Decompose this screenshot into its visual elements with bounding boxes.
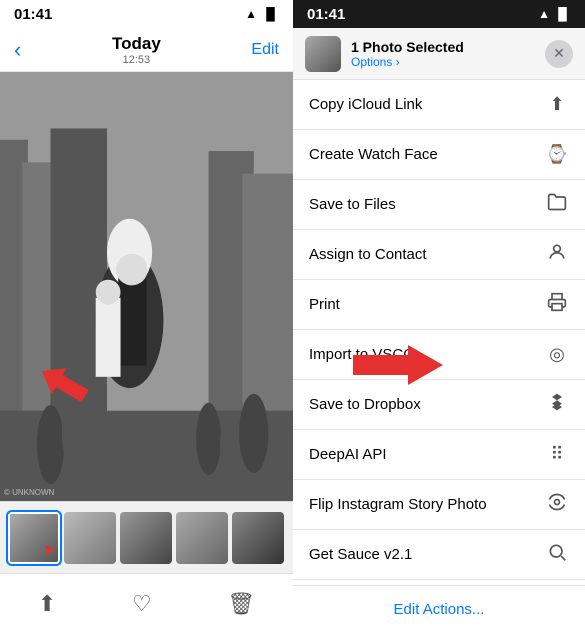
menu-item-print[interactable]: Print bbox=[293, 280, 585, 330]
left-panel: 01:41 ▲ ▐▌ ‹ Today 12:53 Edit bbox=[0, 0, 293, 633]
left-header: ‹ Today 12:53 Edit bbox=[0, 28, 293, 72]
main-photo: © UNKNOWN bbox=[0, 72, 293, 501]
create-watch-face-label: Create Watch Face bbox=[309, 146, 438, 163]
menu-item-deepai[interactable]: DeepAI API ⠿ bbox=[293, 430, 585, 480]
options-button[interactable]: Options › bbox=[351, 55, 535, 69]
thumbnail-2[interactable] bbox=[64, 512, 116, 564]
right-panel-wrapper: 01:41 ▲ ▐▌ 1 Photo Selected Options › ✕ … bbox=[293, 0, 585, 633]
assign-contact-icon bbox=[545, 242, 569, 267]
save-files-label: Save to Files bbox=[309, 196, 396, 213]
left-time: 01:41 bbox=[14, 6, 52, 23]
thumbnail-5[interactable] bbox=[232, 512, 284, 564]
print-icon bbox=[545, 292, 569, 317]
main-photo-area: © UNKNOWN bbox=[0, 72, 293, 501]
battery-icon: ▐▌ bbox=[262, 7, 279, 21]
share-button[interactable]: ⬆ bbox=[30, 583, 64, 625]
right-status-icons: ▲ ▐▌ bbox=[538, 7, 571, 21]
wifi-icon: ▲ bbox=[245, 7, 257, 21]
menu-list: Copy iCloud Link ⬆ Create Watch Face ⌚ S… bbox=[293, 80, 585, 585]
get-sauce-label: Get Sauce v2.1 bbox=[309, 546, 412, 563]
heart-button[interactable]: ♡ bbox=[124, 583, 160, 625]
bottom-toolbar: ⬆ ♡ 🗑 bbox=[0, 573, 293, 633]
thumbnail-1[interactable]: ➤ bbox=[8, 512, 60, 564]
thumbnail-strip: ➤ bbox=[0, 501, 293, 573]
menu-item-flip-instagram[interactable]: Flip Instagram Story Photo bbox=[293, 480, 585, 530]
flip-instagram-icon bbox=[545, 492, 569, 517]
right-wifi-icon: ▲ bbox=[538, 7, 550, 21]
header-subtitle: 12:53 bbox=[123, 54, 151, 66]
menu-item-get-sauce[interactable]: Get Sauce v2.1 bbox=[293, 530, 585, 580]
dropbox-label: Save to Dropbox bbox=[309, 396, 421, 413]
left-status-icons: ▲ ▐▌ bbox=[245, 7, 279, 21]
close-button[interactable]: ✕ bbox=[545, 40, 573, 68]
assign-contact-label: Assign to Contact bbox=[309, 246, 427, 263]
sheet-info: 1 Photo Selected Options › bbox=[351, 39, 535, 69]
menu-item-copy-icloud[interactable]: Copy iCloud Link ⬆ bbox=[293, 80, 585, 130]
edit-actions-row: Edit Actions... bbox=[293, 585, 585, 633]
thumb-arrow: ➤ bbox=[43, 540, 56, 560]
edit-button[interactable]: Edit bbox=[251, 41, 279, 59]
flip-instagram-label: Flip Instagram Story Photo bbox=[309, 496, 487, 513]
thumbnail-4[interactable] bbox=[176, 512, 228, 564]
sheet-header: 1 Photo Selected Options › ✕ bbox=[293, 28, 585, 80]
photo-svg bbox=[0, 72, 293, 501]
thumbnail-3[interactable] bbox=[120, 512, 172, 564]
back-button[interactable]: ‹ bbox=[14, 37, 21, 63]
right-time: 01:41 bbox=[307, 6, 345, 23]
menu-item-create-watch-face[interactable]: Create Watch Face ⌚ bbox=[293, 130, 585, 180]
menu-item-dropbox[interactable]: Save to Dropbox bbox=[293, 380, 585, 430]
deepai-icon: ⠿ bbox=[545, 444, 569, 465]
menu-item-vsco[interactable]: Import to VSCO ◎ bbox=[293, 330, 585, 380]
deepai-label: DeepAI API bbox=[309, 446, 387, 463]
right-battery-icon: ▐▌ bbox=[554, 7, 571, 21]
left-status-bar: 01:41 ▲ ▐▌ bbox=[0, 0, 293, 28]
header-title: Today bbox=[112, 34, 161, 54]
print-label: Print bbox=[309, 296, 340, 313]
right-panel: 01:41 ▲ ▐▌ 1 Photo Selected Options › ✕ … bbox=[293, 0, 585, 633]
edit-actions-button[interactable]: Edit Actions... bbox=[394, 601, 485, 618]
menu-item-save-files[interactable]: Save to Files bbox=[293, 180, 585, 230]
dropbox-icon bbox=[545, 392, 569, 417]
delete-button[interactable]: 🗑 bbox=[219, 583, 263, 625]
sheet-thumbnail bbox=[305, 36, 341, 72]
save-files-icon bbox=[545, 192, 569, 217]
copy-icloud-icon: ⬆ bbox=[545, 94, 569, 115]
vsco-icon: ◎ bbox=[545, 344, 569, 365]
vsco-label: Import to VSCO bbox=[309, 346, 415, 363]
menu-item-assign-contact[interactable]: Assign to Contact bbox=[293, 230, 585, 280]
right-status-bar: 01:41 ▲ ▐▌ bbox=[293, 0, 585, 28]
header-center: Today 12:53 bbox=[112, 34, 161, 66]
photo-credit: © UNKNOWN bbox=[4, 488, 54, 497]
sheet-title: 1 Photo Selected bbox=[351, 39, 535, 55]
get-sauce-icon bbox=[545, 542, 569, 567]
watch-face-icon: ⌚ bbox=[545, 144, 569, 165]
copy-icloud-label: Copy iCloud Link bbox=[309, 96, 422, 113]
